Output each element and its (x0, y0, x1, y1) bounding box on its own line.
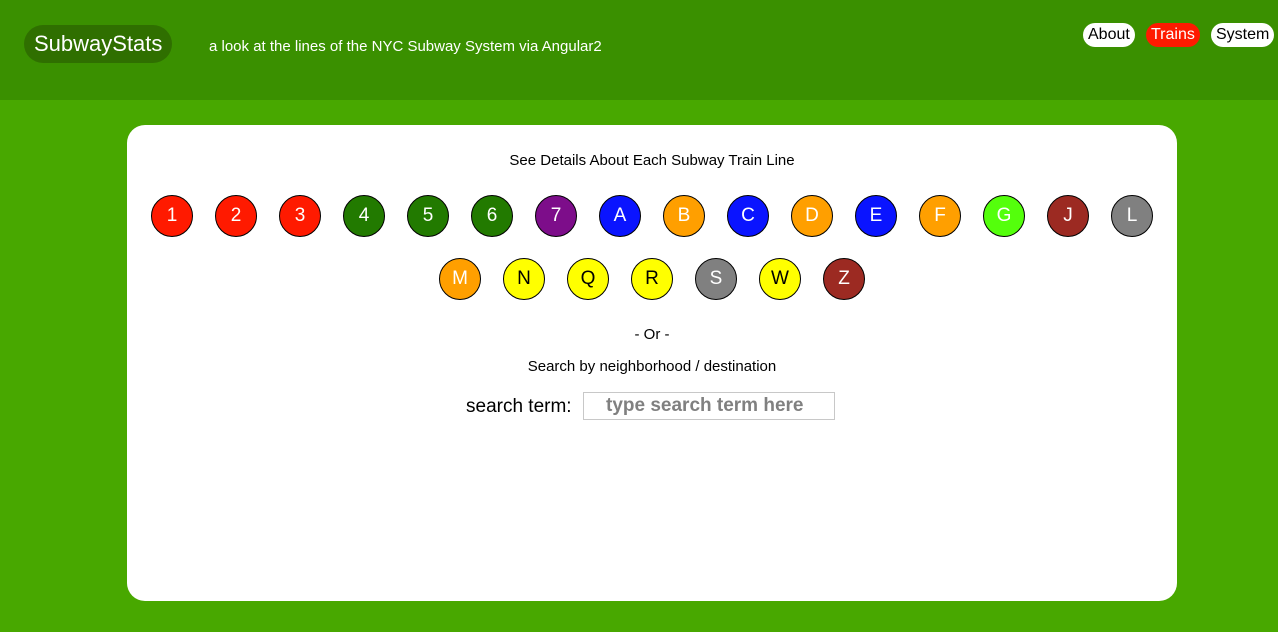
train-line-g-button[interactable]: G (983, 195, 1025, 237)
train-line-j-button[interactable]: J (1047, 195, 1089, 237)
train-line-list: 1234567ABCDEFGJL MNQRSWZ (127, 195, 1177, 321)
train-line-r-button[interactable]: R (631, 258, 673, 300)
header: SubwayStats a look at the lines of the N… (0, 0, 1278, 100)
train-line-3-button[interactable]: 3 (279, 195, 321, 237)
train-line-7-button[interactable]: 7 (535, 195, 577, 237)
train-line-n-button[interactable]: N (503, 258, 545, 300)
search-heading: Search by neighborhood / destination (527, 358, 777, 375)
train-line-5-button[interactable]: 5 (407, 195, 449, 237)
train-line-z-button[interactable]: Z (823, 258, 865, 300)
nav-system[interactable]: System (1211, 23, 1275, 47)
content-card: See Details About Each Subway Train Line… (127, 125, 1177, 601)
or-separator: - Or - (634, 326, 670, 343)
search-input[interactable] (583, 392, 835, 420)
nav-about[interactable]: About (1083, 23, 1135, 47)
train-line-b-button[interactable]: B (663, 195, 705, 237)
train-line-w-button[interactable]: W (759, 258, 801, 300)
train-line-l-button[interactable]: L (1111, 195, 1153, 237)
train-line-row: 1234567ABCDEFGJL (127, 195, 1177, 258)
train-line-6-button[interactable]: 6 (471, 195, 513, 237)
nav-trains[interactable]: Trains (1146, 23, 1200, 47)
train-line-c-button[interactable]: C (727, 195, 769, 237)
train-line-2-button[interactable]: 2 (215, 195, 257, 237)
train-line-4-button[interactable]: 4 (343, 195, 385, 237)
train-line-e-button[interactable]: E (855, 195, 897, 237)
train-line-s-button[interactable]: S (695, 258, 737, 300)
train-line-d-button[interactable]: D (791, 195, 833, 237)
train-line-m-button[interactable]: M (439, 258, 481, 300)
train-line-row: MNQRSWZ (127, 258, 1177, 321)
train-line-f-button[interactable]: F (919, 195, 961, 237)
page-title: See Details About Each Subway Train Line (509, 152, 795, 169)
train-line-a-button[interactable]: A (599, 195, 641, 237)
train-line-q-button[interactable]: Q (567, 258, 609, 300)
train-line-1-button[interactable]: 1 (151, 195, 193, 237)
brand-logo[interactable]: SubwayStats (24, 25, 173, 63)
search-label: search term: (466, 396, 572, 417)
tagline: a look at the lines of the NYC Subway Sy… (209, 38, 602, 55)
